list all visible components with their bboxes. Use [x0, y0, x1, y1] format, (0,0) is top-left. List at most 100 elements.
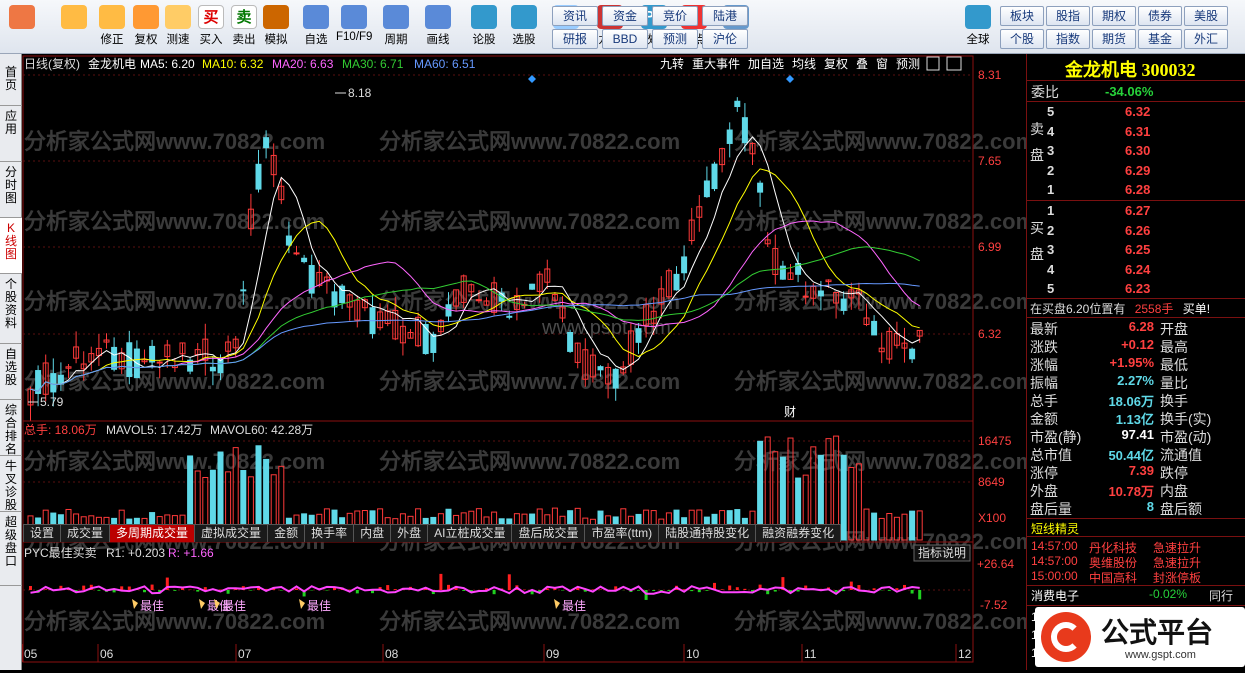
quick-button-0-1[interactable]: 资金	[602, 6, 648, 26]
left-nav-item-3[interactable]: K线图	[0, 218, 22, 274]
book-row[interactable]: 4 6.24	[1047, 262, 1237, 277]
book-row[interactable]: 1 6.27	[1047, 203, 1237, 218]
indicator-tab-11[interactable]: 陆股通持股变化	[658, 524, 757, 542]
toolbar-button-label: 模拟	[264, 34, 288, 46]
toolbar-button-9[interactable]: F10/F9	[336, 3, 372, 51]
indicator-tab-8[interactable]: AI立桩成交量	[427, 524, 513, 542]
stats-label-2: 开盘	[1160, 321, 1188, 337]
quick-button-2-1[interactable]: 股指	[1046, 6, 1090, 26]
stats-row: 振幅 2.27% 量比	[1030, 373, 1244, 391]
left-nav-item-4[interactable]: 个股资料	[0, 274, 22, 344]
book-row[interactable]: 4 6.31	[1047, 124, 1237, 139]
toolbar-button-7[interactable]: 模拟	[258, 3, 294, 51]
toolbar-button-6[interactable]: 卖卖出	[226, 3, 262, 51]
quick-button-3-4[interactable]: 外汇	[1184, 29, 1228, 49]
chart-header-button-4[interactable]: 复权	[824, 57, 848, 71]
left-nav-item-0[interactable]: 首页	[0, 62, 22, 106]
indicator-tab-5[interactable]: 换手率	[304, 524, 355, 542]
left-nav-item-8[interactable]: 超级盘口	[0, 512, 22, 586]
candle-body	[111, 346, 118, 370]
toolbar-button-13[interactable]: 选股	[506, 3, 542, 51]
indicator-tab-9[interactable]: 盘后成交量	[511, 524, 586, 542]
quick-button-3-0[interactable]: 个股	[1000, 29, 1044, 49]
indicator-tab-6[interactable]: 内盘	[353, 524, 392, 542]
event-diamond-icon	[786, 75, 794, 83]
chart-header-button-0[interactable]: 九转	[660, 56, 684, 71]
candle-body	[871, 320, 878, 336]
indicator-tab-4[interactable]: 金额	[267, 524, 306, 542]
quick-button-2-4[interactable]: 美股	[1184, 6, 1228, 26]
left-nav-item-7[interactable]: 牛叉诊股	[0, 456, 22, 512]
quick-button-0-0[interactable]: 资讯	[552, 6, 598, 26]
toolbar-button-10[interactable]: 周期	[378, 3, 414, 51]
toolbar-button-label: 自选	[304, 34, 328, 46]
indicator-tab-10[interactable]: 市盈率(ttm)	[584, 524, 660, 542]
toolbar-button-11[interactable]: 画线	[420, 3, 456, 51]
quick-button-3-3[interactable]: 基金	[1138, 29, 1182, 49]
left-nav-item-5[interactable]: 自选股	[0, 344, 22, 400]
toolbar-button-3[interactable]: 复权	[128, 3, 164, 51]
chart-header-button-1[interactable]: 重大事件	[692, 57, 740, 71]
quick-button-3-2[interactable]: 期货	[1092, 29, 1136, 49]
book-row[interactable]: 1 6.28	[1047, 182, 1237, 197]
quick-button-1-0[interactable]: 研报	[552, 29, 598, 49]
kline-chart-area[interactable]: 分析家公式网www.70822.com 分析家公式网www.70822.com 分析…	[21, 54, 1035, 670]
toolbar-button-1[interactable]	[56, 3, 92, 51]
left-nav-item-6[interactable]: 综合排名	[0, 400, 22, 456]
indicator-tab-3[interactable]: 虚拟成交量	[194, 524, 269, 542]
book-row[interactable]: 2 6.26	[1047, 223, 1237, 238]
book-row[interactable]: 2 6.29	[1047, 163, 1237, 178]
left-nav-item-2[interactable]: 分时图	[0, 162, 22, 218]
candle-body	[757, 182, 764, 193]
quick-button-2-2[interactable]: 期权	[1092, 6, 1136, 26]
quick-button-2-3[interactable]: 债券	[1138, 6, 1182, 26]
stats-value: 1.13亿	[1115, 412, 1154, 427]
book-price: 6.28	[1125, 182, 1151, 197]
toolbar-button-19[interactable]: 全球	[960, 3, 996, 51]
chart-header-button-3[interactable]: 均线	[792, 57, 816, 71]
candle-body	[263, 137, 270, 149]
candle-body	[779, 265, 786, 280]
discuss-icon	[471, 5, 497, 29]
toolbar-button-12[interactable]: 论股	[466, 3, 502, 51]
stats-row: 总手 18.06万 换手	[1030, 391, 1244, 409]
chart-header-button-6[interactable]: 窗	[876, 57, 888, 71]
sprite-time: 14:57:00	[1031, 539, 1078, 553]
toolbar-button-0[interactable]	[4, 3, 40, 51]
chart-header-button-5[interactable]: 叠	[856, 57, 868, 71]
left-nav-item-1[interactable]: 应用	[0, 106, 22, 162]
chart-header-button-7[interactable]: 预测	[896, 57, 920, 71]
sector-row[interactable]: 消费电子 -0.02% 同行	[1031, 587, 1243, 604]
toolbar-button-4[interactable]: 测速	[160, 3, 196, 51]
quick-button-1-2[interactable]: 预测	[652, 29, 698, 49]
quick-button-3-1[interactable]: 指数	[1046, 29, 1090, 49]
quick-button-2-0[interactable]: 板块	[1000, 6, 1044, 26]
indicator-tab-2[interactable]: 多周期成交量	[109, 524, 196, 542]
quick-button-1-3[interactable]: 沪伦	[702, 29, 748, 49]
ma10-line	[30, 168, 920, 392]
book-row[interactable]: 3 6.30	[1047, 143, 1237, 158]
volume-bar	[840, 454, 847, 541]
toolbar-button-2[interactable]: 修正	[94, 3, 130, 51]
book-level: 4	[1047, 123, 1055, 139]
stats-row: 市盈(静) 97.41 市盈(动)	[1030, 427, 1244, 445]
indicator-tab-12[interactable]: 融资融券变化	[755, 524, 842, 542]
indicator-tab-7[interactable]: 外盘	[390, 524, 429, 542]
book-row[interactable]: 5 6.32	[1047, 104, 1237, 119]
indicator-tab-1[interactable]: 成交量	[60, 524, 111, 542]
sprite-title[interactable]: 短线精灵	[1031, 520, 1079, 537]
stats-value: 8	[1146, 499, 1154, 514]
quick-button-0-2[interactable]: 竞价	[652, 6, 698, 26]
toolbar-button-8[interactable]: 自选	[298, 3, 334, 51]
toolbar-button-label: 全球	[966, 34, 990, 46]
indicator-tab-0[interactable]: 设置	[23, 524, 62, 542]
toolbar-button-label: 周期	[384, 34, 408, 46]
toolbar-button-5[interactable]: 买买入	[193, 3, 229, 51]
quick-button-0-3[interactable]: 陆港	[702, 6, 748, 26]
price-axis-label: 8.31	[978, 68, 1002, 82]
toolbar-button-label: 画线	[426, 34, 450, 46]
chart-header-button-2[interactable]: 加自选	[748, 57, 784, 71]
book-row[interactable]: 3 6.25	[1047, 242, 1237, 257]
book-row[interactable]: 5 6.23	[1047, 281, 1237, 296]
quick-button-1-1[interactable]: BBD	[602, 29, 648, 49]
